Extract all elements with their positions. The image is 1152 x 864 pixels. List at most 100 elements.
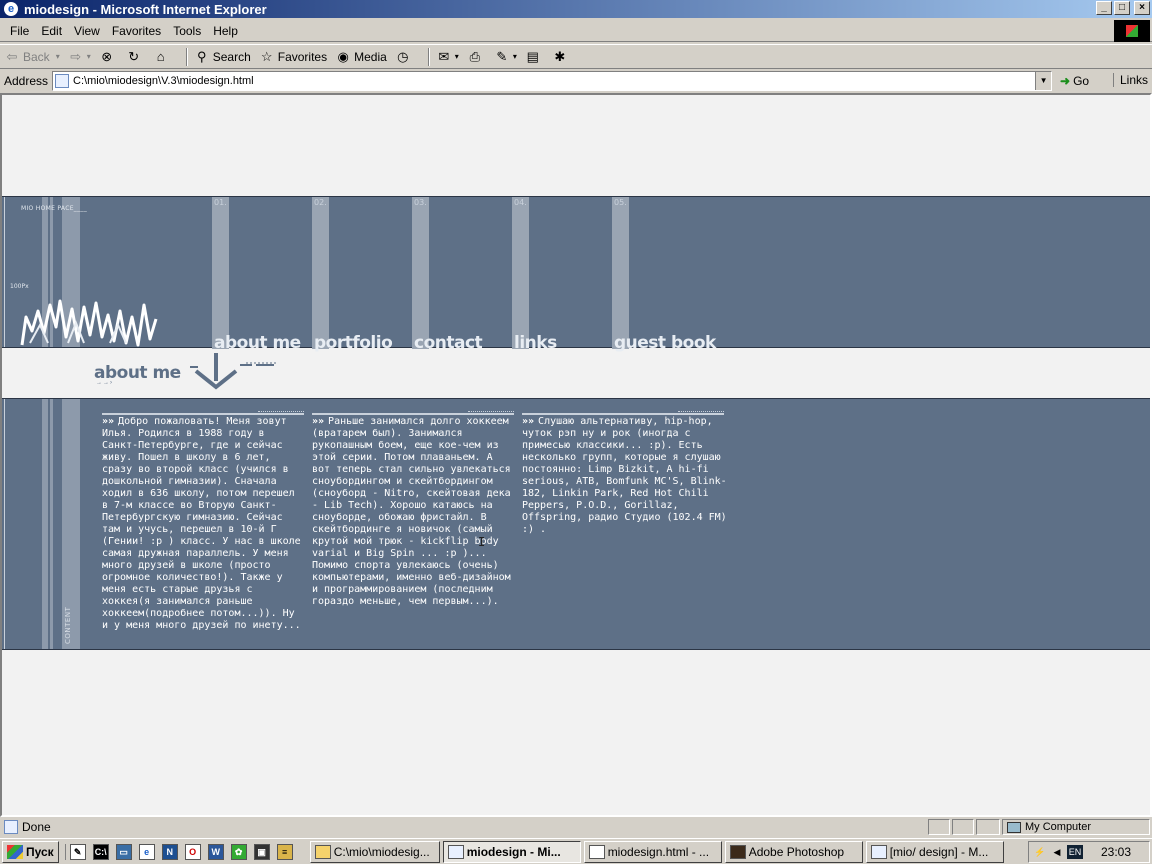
nav-column-4 xyxy=(512,197,529,349)
back-dropdown-icon[interactable]: ▾ xyxy=(56,52,60,61)
address-dropdown-icon[interactable]: ▼ xyxy=(1035,72,1052,90)
text-cursor-icon: I xyxy=(478,535,486,549)
task-photoshop[interactable]: Adobe Photoshop xyxy=(724,840,863,863)
home-icon: ⌂ xyxy=(156,48,165,64)
refresh-button[interactable]: ↻ xyxy=(126,49,145,65)
language-indicator[interactable]: EN xyxy=(1067,845,1083,859)
menu-help[interactable]: Help xyxy=(207,24,244,38)
column-rule xyxy=(522,407,724,415)
print-icon: ⎙ xyxy=(469,48,481,64)
print-button[interactable]: ⎙ xyxy=(467,49,486,65)
favorites-label: Favorites xyxy=(277,49,328,64)
close-button[interactable]: × xyxy=(1134,1,1150,15)
search-icon: ⚲ xyxy=(196,48,207,64)
back-button[interactable]: ⇦ Back ▾ xyxy=(4,49,60,65)
web-page-viewport: MIO HOME PACE____ 100Px 01. about me 02.… xyxy=(0,93,1152,817)
stop-button[interactable]: ⊗ xyxy=(99,49,118,65)
quick-launch: ✎ C:\ ▭ e N O W ✿ ▣ ≡ xyxy=(64,843,300,860)
photoshop-icon xyxy=(729,844,746,859)
forward-dropdown-icon[interactable]: ▾ xyxy=(87,52,91,61)
go-button[interactable]: ➜ Go xyxy=(1060,74,1089,88)
nav-link-contact[interactable]: contact xyxy=(414,333,483,353)
mio-logo-icon xyxy=(20,299,158,347)
menu-edit[interactable]: Edit xyxy=(35,24,68,38)
start-label: Пуск xyxy=(26,844,54,859)
folder-icon xyxy=(314,844,331,859)
discuss-button[interactable]: ▤ xyxy=(525,49,544,65)
edit-dropdown-icon[interactable]: ▾ xyxy=(513,52,517,61)
nav-column-1 xyxy=(212,197,229,349)
status-panel xyxy=(928,819,950,835)
search-button[interactable]: ⚲ Search xyxy=(194,49,251,65)
favorites-icon: ☆ xyxy=(260,48,273,64)
menu-file[interactable]: File xyxy=(4,24,35,38)
command-prompt-icon[interactable]: C:\ xyxy=(92,843,109,860)
taskbar: Пуск ✎ C:\ ▭ e N O W ✿ ▣ ≡ C:\mio\miodes… xyxy=(0,838,1152,864)
minimize-button[interactable]: _ xyxy=(1096,1,1112,15)
window-controls: _ □ × xyxy=(1096,1,1150,15)
media-button[interactable]: ◉ Media xyxy=(335,49,387,65)
nav-link-links[interactable]: links xyxy=(514,333,557,353)
desktop-icon[interactable]: ▭ xyxy=(115,843,132,860)
task-label: miodesign - Mi... xyxy=(466,844,561,859)
status-bar: Done My Computer xyxy=(0,817,1152,837)
windows-logo-icon xyxy=(1114,20,1150,42)
favorites-button[interactable]: ☆ Favorites xyxy=(259,49,327,65)
content-band: CONTENT »» Добро пожаловать! Меня зовут И… xyxy=(2,398,1150,650)
show-desktop-icon[interactable]: ✎ xyxy=(69,843,86,860)
menu-bar: File Edit View Favorites Tools Help xyxy=(0,20,1152,42)
column-text: Раньше занимался долго хоккеем (вратарем… xyxy=(312,416,511,607)
column-rule xyxy=(102,407,304,415)
app-icon[interactable]: ✿ xyxy=(230,843,247,860)
mail-button[interactable]: ✉ ▾ xyxy=(436,49,459,65)
task-ie[interactable]: miodesign - Mi... xyxy=(442,840,581,863)
network-icon[interactable]: ⚡ xyxy=(1033,845,1047,859)
word-icon[interactable]: W xyxy=(207,843,224,860)
archive-icon[interactable]: ≡ xyxy=(276,843,293,860)
status-panel xyxy=(952,819,974,835)
html-file-icon xyxy=(588,844,605,859)
section-subtitle: →→› xyxy=(96,380,113,386)
window-title: miodesign - Microsoft Internet Explorer xyxy=(24,1,267,17)
media-label: Media xyxy=(354,49,387,64)
zone-text: My Computer xyxy=(1025,821,1092,833)
nav-num-1: 01. xyxy=(214,198,227,207)
down-arrow-icon xyxy=(190,353,276,390)
edit-button[interactable]: ✎ ▾ xyxy=(494,49,517,65)
task-explorer[interactable]: C:\mio\miodesig... xyxy=(309,840,440,863)
page-done-icon xyxy=(4,820,18,834)
nav-column-5 xyxy=(612,197,629,349)
search-label: Search xyxy=(212,49,251,64)
security-zone: My Computer xyxy=(1002,819,1150,835)
start-button[interactable]: Пуск xyxy=(2,840,59,863)
ie-quicklaunch-icon[interactable]: e xyxy=(138,843,155,860)
messenger-button[interactable]: ✱ xyxy=(552,49,571,65)
task-mio-design[interactable]: [mio/ design] - M... xyxy=(865,840,1004,863)
nav-link-portfolio[interactable]: portfolio xyxy=(314,333,393,353)
address-input[interactable]: C:\mio\miodesign\V.3\miodesign.html ▼ xyxy=(52,71,1053,91)
opera-icon[interactable]: O xyxy=(184,843,201,860)
forward-button[interactable]: ⇨ ▾ xyxy=(68,49,91,65)
menu-view[interactable]: View xyxy=(68,24,106,38)
n-app-icon[interactable]: N xyxy=(161,843,178,860)
volume-icon[interactable]: ◀ xyxy=(1050,845,1064,859)
mail-dropdown-icon[interactable]: ▾ xyxy=(455,52,459,61)
menu-favorites[interactable]: Favorites xyxy=(106,24,167,38)
nav-link-guest-book[interactable]: guest book xyxy=(614,333,716,353)
back-arrow-icon: ⇦ xyxy=(6,48,18,64)
nav-link-about-me[interactable]: about me xyxy=(214,333,301,353)
links-button[interactable]: Links xyxy=(1112,73,1148,87)
maximize-button[interactable]: □ xyxy=(1114,1,1130,15)
back-label: Back xyxy=(23,49,50,64)
status-text: Done xyxy=(22,820,51,834)
task-editor[interactable]: miodesign.html - ... xyxy=(583,840,722,863)
media-player-icon[interactable]: ▣ xyxy=(253,843,270,860)
history-button[interactable]: ◷ xyxy=(395,49,414,65)
stop-icon: ⊗ xyxy=(101,48,113,64)
chevron-icon: »» xyxy=(312,416,325,427)
go-arrow-icon: ➜ xyxy=(1060,74,1071,88)
home-button[interactable]: ⌂ xyxy=(153,49,172,65)
ie-icon xyxy=(870,844,887,859)
ruler xyxy=(4,399,8,649)
menu-tools[interactable]: Tools xyxy=(167,24,207,38)
